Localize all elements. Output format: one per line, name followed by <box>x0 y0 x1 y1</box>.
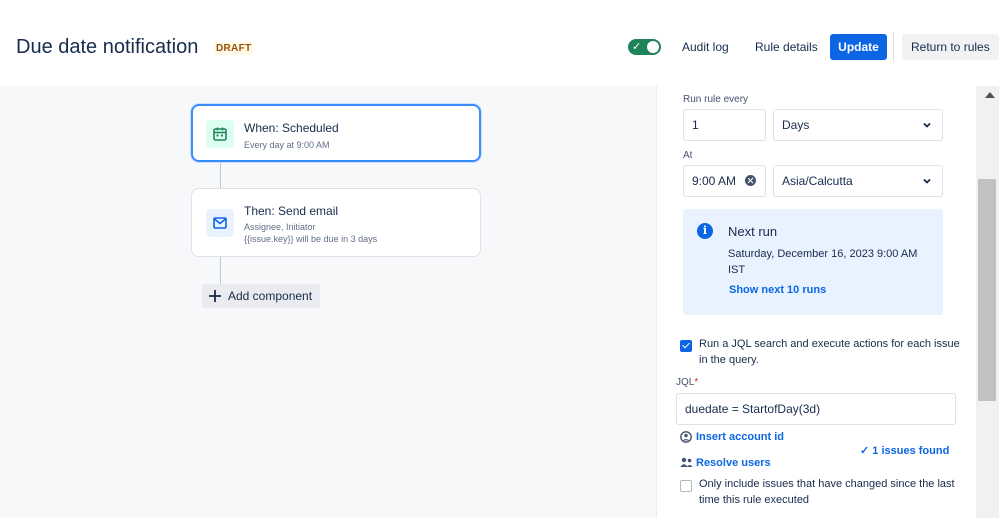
rule-details-button[interactable]: Rule details <box>747 34 826 60</box>
mail-icon <box>206 209 234 237</box>
info-icon: i <box>697 223 713 239</box>
interval-value: 1 <box>692 118 699 132</box>
clear-icon[interactable] <box>745 175 756 186</box>
jql-value: duedate = StartofDay(3d) <box>685 402 821 416</box>
only-changed-checkbox[interactable] <box>680 480 692 492</box>
add-component-label: Add component <box>228 289 313 303</box>
run-every-label: Run rule every <box>683 94 749 105</box>
add-component-button[interactable]: Add component <box>202 284 321 308</box>
interval-input[interactable]: 1 <box>683 109 766 141</box>
time-value: 9:00 AM <box>692 174 737 188</box>
calendar-icon <box>206 120 234 148</box>
action-subject: {{issue.key}} will be due in 3 days <box>244 234 378 244</box>
jql-label: JQL* <box>676 377 699 388</box>
jql-input[interactable]: duedate = StartofDay(3d) <box>676 393 956 425</box>
insert-account-id-link[interactable]: Insert account id <box>696 431 784 443</box>
action-card[interactable]: Then: Send email Assignee, Initiator {{i… <box>191 188 481 257</box>
jql-search-checkbox-label: Run a JQL search and execute actions for… <box>699 338 960 366</box>
resolve-users-link[interactable]: Resolve users <box>696 457 771 469</box>
time-input[interactable]: 9:00 AM <box>683 165 766 197</box>
flow-connector <box>220 257 221 284</box>
show-next-runs-link[interactable]: Show next 10 runs <box>729 284 826 296</box>
rule-enabled-toggle[interactable]: ✓ <box>628 39 661 55</box>
next-run-panel: i Next run Saturday, December 16, 2023 9… <box>683 209 943 315</box>
chevron-down-icon <box>923 122 931 128</box>
action-title: Then: Send email <box>244 204 339 218</box>
interval-unit-select[interactable]: Days <box>773 109 943 141</box>
action-recipients: Assignee, Initiator <box>244 222 316 232</box>
jql-search-checkbox[interactable] <box>680 340 692 352</box>
chevron-down-icon <box>923 178 931 184</box>
timezone-value: Asia/Calcutta <box>782 174 853 188</box>
check-icon: ✓ <box>632 41 642 53</box>
trigger-card[interactable]: When: Scheduled Every day at 9:00 AM <box>191 104 481 162</box>
update-button[interactable]: Update <box>830 34 887 60</box>
only-changed-checkbox-label: Only include issues that have changed si… <box>699 478 955 506</box>
return-to-rules-button[interactable]: Return to rules <box>902 34 999 60</box>
interval-unit-value: Days <box>782 118 810 132</box>
at-label: At <box>683 150 693 161</box>
trigger-subtitle: Every day at 9:00 AM <box>244 140 330 150</box>
scrollbar-thumb[interactable] <box>978 179 996 401</box>
audit-log-button[interactable]: Audit log <box>674 34 737 60</box>
account-icon <box>680 431 692 443</box>
next-run-value: Saturday, December 16, 2023 9:00 AM IST <box>728 248 918 276</box>
plus-icon <box>209 290 221 302</box>
flow-connector <box>220 162 221 189</box>
rule-canvas: When: Scheduled Every day at 9:00 AM The… <box>0 86 656 518</box>
issues-found-status: ✓ 1 issues found <box>860 445 950 457</box>
next-run-title: Next run <box>728 224 778 239</box>
users-icon <box>680 457 693 467</box>
header-bar: Due date notification DRAFT ✓ Audit log … <box>0 0 999 86</box>
check-icon: ✓ <box>860 445 873 457</box>
timezone-select[interactable]: Asia/Calcutta <box>773 165 943 197</box>
status-badge: DRAFT <box>214 42 254 55</box>
toggle-knob <box>647 41 659 53</box>
header-divider <box>893 32 894 62</box>
trigger-title: When: Scheduled <box>244 121 339 135</box>
scroll-up-icon[interactable] <box>985 92 995 98</box>
page-title: Due date notification <box>16 36 199 58</box>
